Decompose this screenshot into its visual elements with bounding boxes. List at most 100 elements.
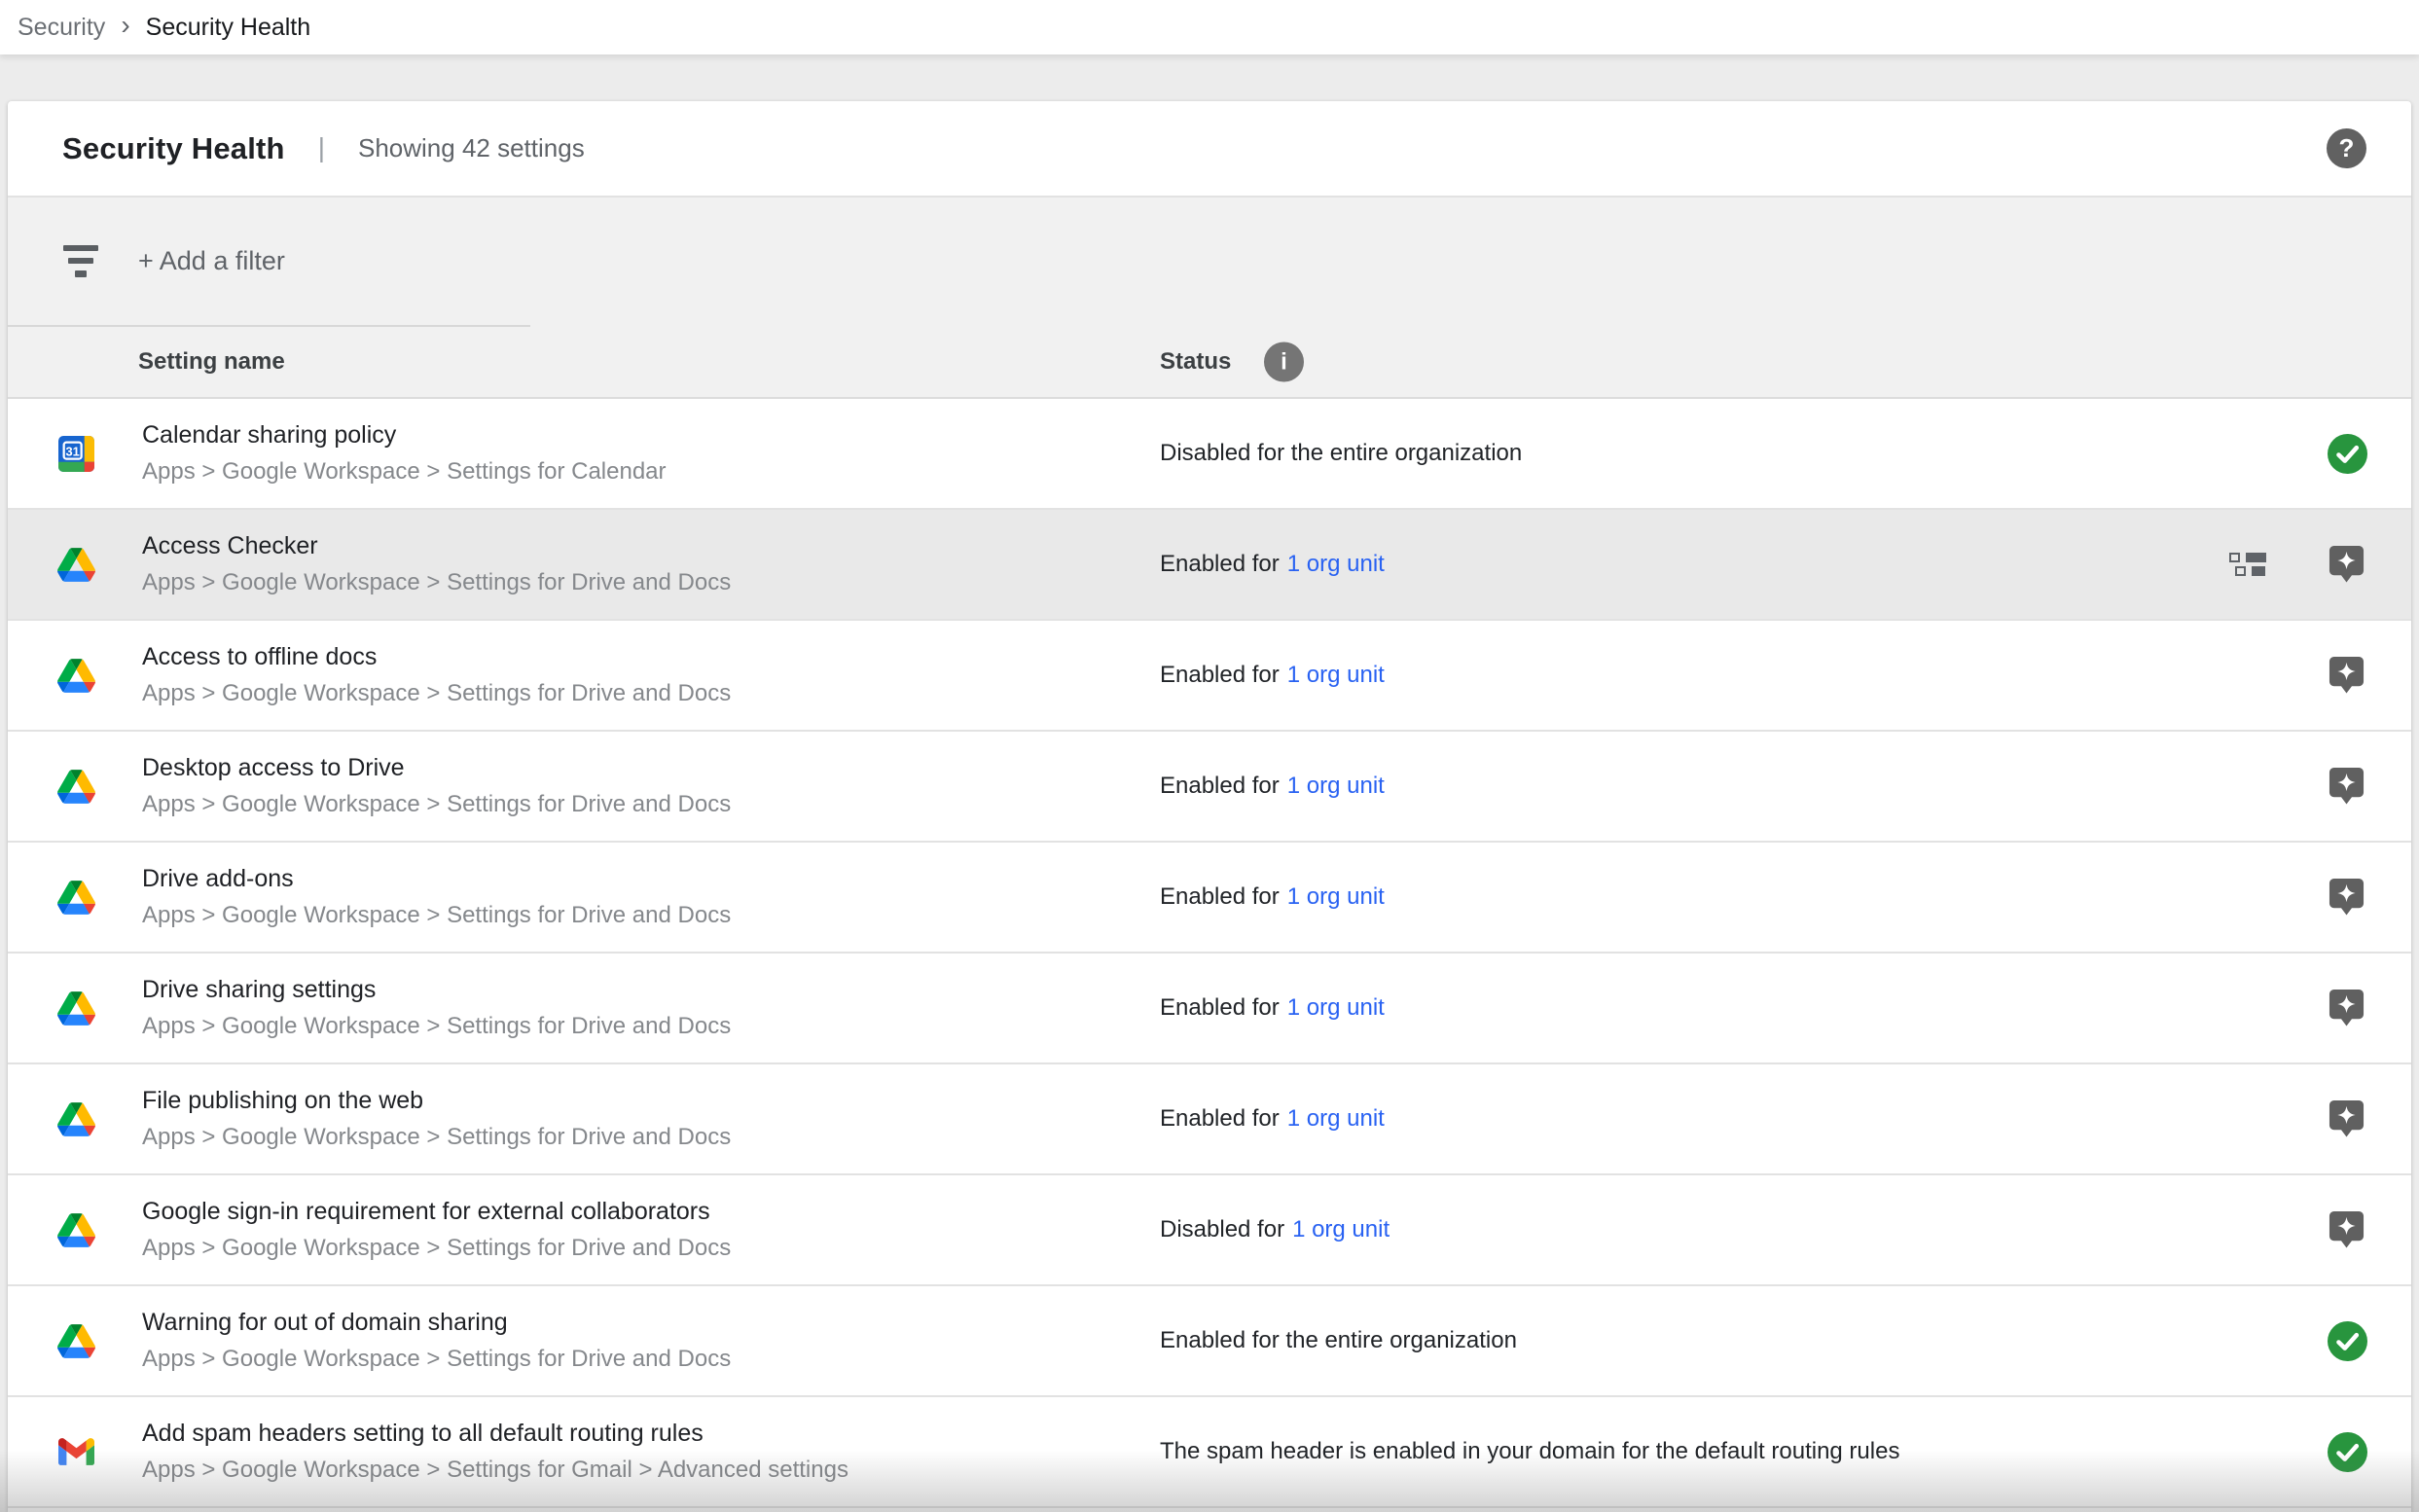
setting-name: Calendar sharing policy [142,421,667,450]
filter-section: + Add a filter Setting name Status i [8,196,2411,399]
column-header-status: Status [1160,348,1231,376]
setting-cell: Access to offline docs Apps > Google Wor… [56,621,731,730]
org-unit-link[interactable]: 1 org unit [1287,662,1385,689]
setting-path: Apps > Google Workspace > Settings for D… [142,1235,731,1262]
setting-path: Apps > Google Workspace > Settings for D… [142,680,731,707]
recommendation-badge[interactable] [2328,843,2365,952]
status-cell: Enabled for 1 org unit [1160,1064,1385,1173]
status-cell: Disabled for 1 org unit [1160,1175,1390,1284]
google-drive-icon [56,768,95,805]
status-cell: Enabled for 1 org unit [1160,732,1385,841]
org-unit-override-list-icon [2229,553,2266,576]
recommendation-badge[interactable] [2328,1175,2365,1284]
table-row[interactable]: Access Checker Apps > Google Workspace >… [8,510,2411,621]
setting-path: Apps > Google Workspace > Settings for D… [142,1346,731,1373]
status-info-icon[interactable]: i [1264,342,1304,382]
setting-path: Apps > Google Workspace > Settings for D… [142,569,731,596]
help-icon[interactable]: ? [2327,128,2366,168]
table-header: Setting name Status i [8,327,2411,397]
setting-name: Desktop access to Drive [142,754,731,782]
title-separator: | [318,132,325,163]
table-row[interactable]: Desktop access to Drive Apps > Google Wo… [8,732,2411,843]
setting-cell: Desktop access to Drive Apps > Google Wo… [56,732,731,841]
column-header-setting-name: Setting name [138,348,285,376]
svg-text:31: 31 [65,444,79,458]
status-text: Disabled for the entire organization [1160,440,1522,467]
status-cell: Enabled for 1 org unit [1160,510,1385,619]
status-cell: Disabled for the entire organization [1160,399,1522,508]
google-drive-icon [56,657,95,694]
recommendation-badge[interactable] [2328,510,2365,619]
org-unit-link[interactable]: 1 org unit [1287,551,1385,578]
check-circle-badge [2328,399,2367,508]
setting-path: Apps > Google Workspace > Settings for C… [142,458,667,486]
table-row[interactable]: Access to offline docs Apps > Google Wor… [8,621,2411,732]
settings-list: 31 Calendar sharing policy Apps > Google… [8,399,2411,1508]
table-row[interactable]: Warning for out of domain sharing Apps >… [8,1286,2411,1397]
breadcrumb: Security › Security Health [0,0,2419,54]
table-row[interactable]: Drive sharing settings Apps > Google Wor… [8,954,2411,1064]
status-cell: Enabled for 1 org unit [1160,954,1385,1062]
google-drive-icon [56,1322,95,1359]
settings-count-label: Showing 42 settings [358,133,585,163]
setting-path: Apps > Google Workspace > Settings for D… [142,791,731,818]
breadcrumb-security-link[interactable]: Security [18,14,105,42]
table-row[interactable]: Google sign-in requirement for external … [8,1175,2411,1286]
filter-row: + Add a filter [8,198,2411,325]
gmail-icon [56,1433,95,1470]
google-calendar-icon: 31 [56,435,95,472]
recommendation-badge[interactable] [2328,621,2365,730]
setting-name: Add spam headers setting to all default … [142,1420,848,1448]
org-unit-link[interactable]: 1 org unit [1287,994,1385,1022]
security-health-card: Security Health | Showing 42 settings ? … [8,101,2411,1512]
setting-name: Drive sharing settings [142,976,731,1004]
setting-cell: 31 Calendar sharing policy Apps > Google… [56,399,667,508]
breadcrumb-chevron-icon: › [121,10,129,41]
recommendation-badge[interactable] [2328,954,2365,1062]
setting-path: Apps > Google Workspace > Settings for G… [142,1457,848,1484]
table-row[interactable]: Add spam headers setting to all default … [8,1397,2411,1508]
google-drive-icon [56,1100,95,1137]
table-row[interactable]: 31 Calendar sharing policy Apps > Google… [8,399,2411,510]
setting-cell: Google sign-in requirement for external … [56,1175,731,1284]
status-text: Enabled for [1160,662,1280,689]
status-text: Enabled for [1160,1105,1280,1133]
setting-cell: Add spam headers setting to all default … [56,1397,848,1506]
org-unit-link[interactable]: 1 org unit [1287,883,1385,911]
org-unit-link[interactable]: 1 org unit [1292,1216,1390,1243]
table-row[interactable]: File publishing on the web Apps > Google… [8,1064,2411,1175]
setting-cell: File publishing on the web Apps > Google… [56,1064,731,1173]
check-circle-badge [2328,1397,2367,1506]
status-text: Enabled for the entire organization [1160,1327,1517,1354]
recommendation-badge[interactable] [2328,1064,2365,1173]
setting-name: Drive add-ons [142,865,731,893]
setting-cell: Drive add-ons Apps > Google Workspace > … [56,843,731,952]
setting-name: Access to offline docs [142,643,731,671]
setting-name: File publishing on the web [142,1087,731,1115]
setting-path: Apps > Google Workspace > Settings for D… [142,902,731,929]
table-row[interactable]: Drive add-ons Apps > Google Workspace > … [8,843,2411,954]
google-drive-icon [56,546,95,583]
setting-name: Google sign-in requirement for external … [142,1198,731,1226]
filter-list-icon[interactable] [63,245,98,277]
setting-path: Apps > Google Workspace > Settings for D… [142,1124,731,1151]
page-title: Security Health [62,131,285,166]
status-cell: Enabled for the entire organization [1160,1286,1517,1395]
org-unit-link[interactable]: 1 org unit [1287,1105,1385,1133]
org-unit-link[interactable]: 1 org unit [1287,773,1385,800]
recommendation-badge[interactable] [2328,732,2365,841]
status-text: The spam header is enabled in your domai… [1160,1438,1899,1465]
status-text: Enabled for [1160,883,1280,911]
override-cell [2229,510,2266,619]
setting-cell: Drive sharing settings Apps > Google Wor… [56,954,731,1062]
status-text: Enabled for [1160,773,1280,800]
status-text: Enabled for [1160,994,1280,1022]
setting-cell: Warning for out of domain sharing Apps >… [56,1286,731,1395]
status-cell: The spam header is enabled in your domai… [1160,1397,1899,1506]
status-cell: Enabled for 1 org unit [1160,621,1385,730]
check-circle-badge [2328,1286,2367,1395]
setting-path: Apps > Google Workspace > Settings for D… [142,1013,731,1040]
google-drive-icon [56,1211,95,1248]
google-drive-icon [56,990,95,1026]
add-filter-button[interactable]: + Add a filter [138,246,285,276]
